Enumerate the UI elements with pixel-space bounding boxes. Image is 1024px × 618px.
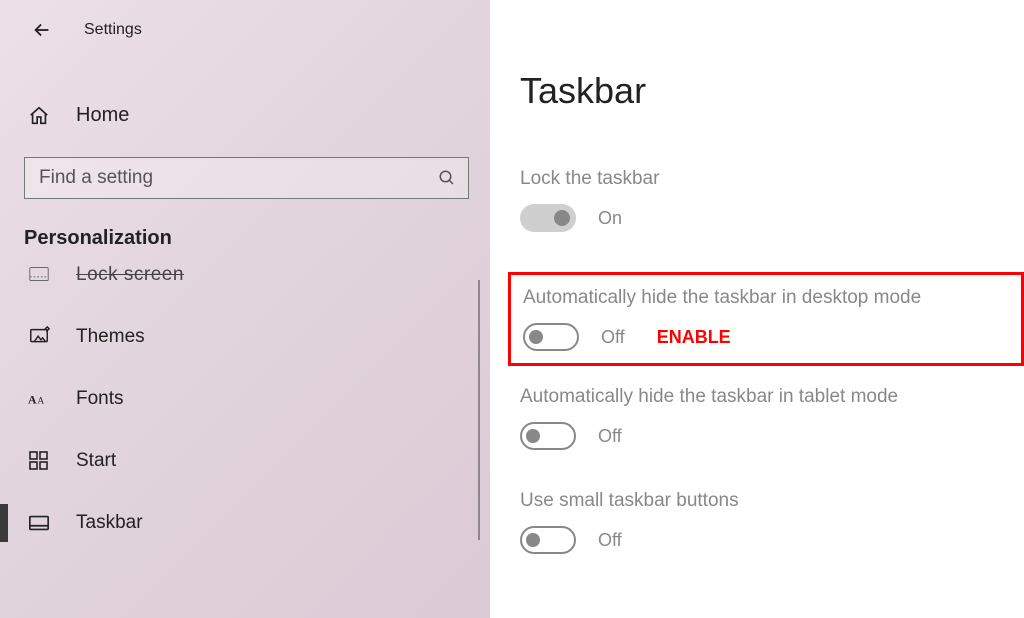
sidebar-item-label: Themes: [76, 326, 145, 348]
toggle-state: On: [598, 208, 622, 229]
toggle-row: Off: [520, 526, 1024, 554]
sidebar-item-label: Fonts: [76, 388, 124, 410]
fonts-icon: A A: [28, 388, 50, 410]
taskbar-icon: [28, 512, 50, 534]
home-label: Home: [76, 104, 129, 127]
annotation-text: ENABLE: [657, 327, 731, 348]
home-icon: [28, 105, 50, 127]
sidebar-item-label: Lock screen: [76, 264, 184, 286]
search-input[interactable]: [39, 167, 438, 189]
back-arrow-icon: [31, 19, 53, 41]
setting-small-buttons: Use small taskbar buttons Off: [520, 490, 1024, 554]
toggle-state: Off: [598, 530, 622, 551]
setting-label: Use small taskbar buttons: [520, 490, 1024, 512]
app-title: Settings: [84, 21, 142, 39]
setting-label: Lock the taskbar: [520, 168, 1024, 190]
toggle-state: Off: [601, 327, 625, 348]
toggle-knob: [526, 533, 540, 547]
sidebar-item-themes[interactable]: Themes: [0, 306, 490, 368]
setting-autohide-tablet: Automatically hide the taskbar in tablet…: [520, 386, 1024, 450]
sidebar-item-lock-screen[interactable]: Lock screen: [0, 264, 490, 306]
search-box[interactable]: [24, 157, 469, 199]
sidebar: Settings Home Personalization Lock scree…: [0, 0, 490, 618]
sidebar-item-label: Taskbar: [76, 512, 143, 534]
toggle-knob: [526, 429, 540, 443]
svg-text:A: A: [28, 394, 37, 407]
setting-label: Automatically hide the taskbar in deskto…: [523, 287, 1015, 309]
lock-screen-icon: [28, 264, 50, 286]
back-button[interactable]: [28, 16, 56, 44]
toggle-lock-taskbar[interactable]: [520, 204, 576, 232]
svg-text:A: A: [37, 397, 44, 407]
sidebar-item-label: Start: [76, 450, 116, 472]
toggle-autohide-tablet[interactable]: [520, 422, 576, 450]
sidebar-header: Settings: [0, 12, 490, 44]
toggle-autohide-desktop[interactable]: [523, 323, 579, 351]
toggle-row: On: [520, 204, 1024, 232]
setting-autohide-desktop: Automatically hide the taskbar in deskto…: [508, 272, 1024, 366]
themes-icon: [28, 326, 50, 348]
setting-label: Automatically hide the taskbar in tablet…: [520, 386, 1024, 408]
content-pane: Taskbar Lock the taskbar On Automaticall…: [490, 0, 1024, 618]
section-title: Personalization: [0, 199, 490, 264]
toggle-small-buttons[interactable]: [520, 526, 576, 554]
toggle-state: Off: [598, 426, 622, 447]
toggle-row: Off ENABLE: [523, 323, 1015, 351]
toggle-knob: [554, 210, 570, 226]
nav-list: Lock screen Themes A A Fonts: [0, 264, 490, 554]
toggle-knob: [529, 330, 543, 344]
sidebar-item-fonts[interactable]: A A Fonts: [0, 368, 490, 430]
setting-lock-taskbar: Lock the taskbar On: [520, 168, 1024, 232]
sidebar-item-start[interactable]: Start: [0, 430, 490, 492]
sidebar-item-taskbar[interactable]: Taskbar: [0, 492, 490, 554]
search-icon: [438, 169, 456, 187]
home-nav[interactable]: Home: [0, 94, 490, 137]
start-icon: [28, 450, 50, 472]
toggle-row: Off: [520, 422, 1024, 450]
page-title: Taskbar: [520, 70, 1024, 112]
